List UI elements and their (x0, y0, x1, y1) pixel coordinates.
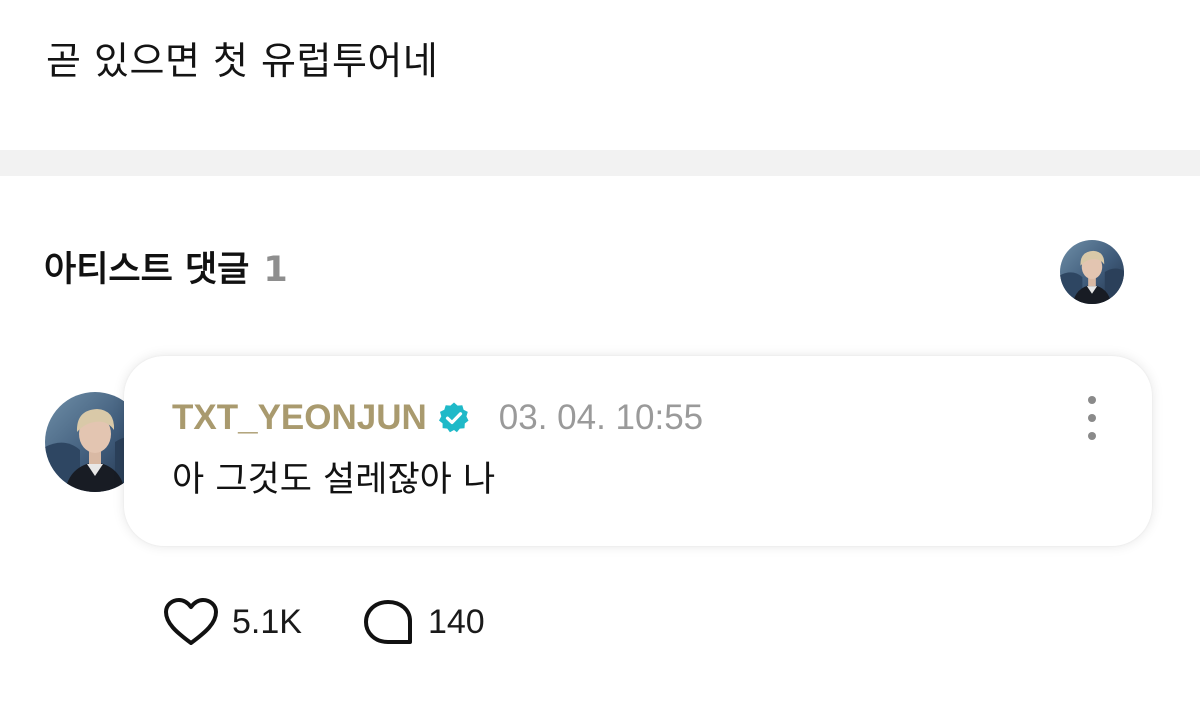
more-vertical-icon-dot-2 (1088, 414, 1096, 422)
like-count: 5.1K (232, 602, 302, 641)
heart-icon (164, 598, 218, 645)
more-vertical-icon-dot-1 (1088, 396, 1096, 404)
reply-count: 140 (427, 602, 485, 641)
artist-avatar-button[interactable] (1060, 240, 1124, 304)
section-divider (0, 150, 1200, 176)
artist-profile-avatar-icon (1060, 240, 1124, 304)
comment-author-row: TXT_YEONJUN 03. 04. 10:55 (172, 396, 703, 440)
comment-text: 아 그것도 설레잖아 나 (172, 460, 496, 500)
comment-actions: 5.1K 140 (162, 596, 485, 648)
verified-badge-icon (437, 401, 471, 435)
like-button[interactable]: 5.1K (162, 596, 302, 648)
artist-comments-label: 아티스트 댓글 (44, 250, 250, 290)
comment-timestamp: 03. 04. 10:55 (498, 398, 704, 437)
comment-author-name[interactable]: TXT_YEONJUN (172, 398, 427, 438)
artist-comments-count: 1 (263, 250, 288, 290)
more-options-button[interactable] (1078, 396, 1106, 440)
comment-bubble-icon (363, 600, 412, 644)
comment-card: TXT_YEONJUN 03. 04. 10:55 아 그것도 설레잖아 나 (124, 356, 1152, 546)
more-vertical-icon-dot-3 (1088, 432, 1096, 440)
artist-comments-title: 아티스트 댓글 1 (44, 246, 288, 294)
page: 곧 있으면 첫 유럽투어네 아티스트 댓글 1 TXT_YEONJUN 03. … (0, 0, 1200, 708)
post-text: 곧 있으면 첫 유럽투어네 (46, 39, 439, 83)
reply-button[interactable]: 140 (360, 596, 485, 648)
